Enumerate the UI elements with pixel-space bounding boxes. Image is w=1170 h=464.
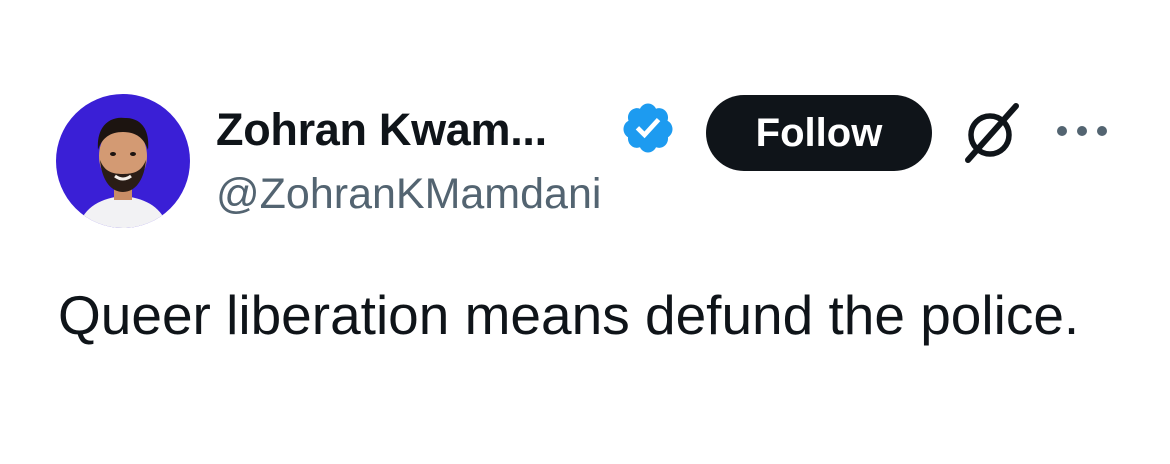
follow-button[interactable]: Follow [706, 95, 932, 171]
display-name[interactable]: Zohran Kwam... [216, 102, 547, 158]
tweet-text: Queer liberation means defund the police… [58, 284, 1080, 346]
avatar-image [56, 94, 190, 228]
tweet-card: Zohran Kwam... @ZohranKMamdani Follow Qu… [0, 0, 1170, 464]
more-options-icon[interactable] [1054, 114, 1110, 148]
user-handle[interactable]: @ZohranKMamdani [216, 166, 601, 222]
verified-badge-icon[interactable] [620, 100, 676, 156]
grok-icon[interactable] [956, 100, 1024, 166]
avatar[interactable] [56, 94, 190, 228]
